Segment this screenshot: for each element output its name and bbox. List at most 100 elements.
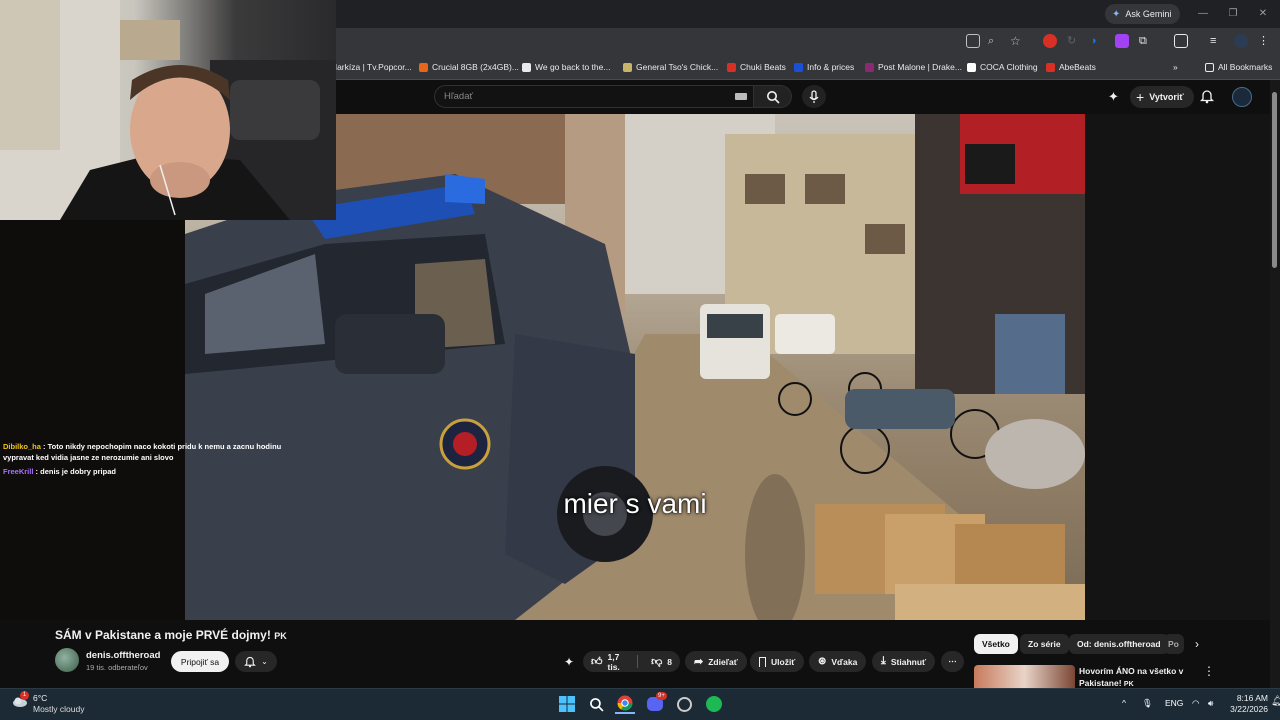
extension-arrow-icon[interactable]: ↻ [1067,34,1081,48]
channel-avatar[interactable] [55,648,79,672]
chip-next-chevron-icon[interactable]: › [1195,637,1199,651]
create-label: Vytvoriť [1149,92,1184,102]
bookmark-item[interactable]: We go back to the... [522,60,610,74]
taskbar-discord-button[interactable]: 9+ [645,692,667,714]
search-icon [766,90,780,104]
chip-from-channel[interactable]: Od: denis.offtheroad [1069,634,1169,654]
video-title: SÁM v Pakistane a moje PRVÉ dojmy! PK [55,628,287,642]
clock-date: 3/22/2026 [1230,704,1268,714]
microphone-tray-icon[interactable]: 🎙︎ [1142,698,1153,709]
extension-audio-icon[interactable]: ◗ [1091,34,1105,48]
dollar-circle-icon: ⊛ [818,656,827,667]
chrome-icon [617,695,633,711]
weather-widget-icon[interactable]: 1 [12,691,29,709]
ask-gemini-button[interactable]: ✦ Ask Gemini [1105,4,1181,24]
bookmark-favicon-icon [522,62,531,72]
gemini-sparkle-icon[interactable]: ✦ [1108,89,1119,105]
discord-badge: 9+ [656,692,667,700]
bookmark-item[interactable]: Post Malone | Drake... [865,60,962,74]
weather-description[interactable]: Mostly cloudy [33,704,85,714]
bookmark-item[interactable]: AbeBeats [1046,60,1096,74]
weather-badge: 1 [20,691,29,700]
keyboard-icon[interactable] [735,93,747,100]
save-button[interactable]: Uložiť [750,651,805,672]
side-panel-icon[interactable] [1174,34,1188,48]
share-button[interactable]: ➦ Zdieľať [685,651,747,672]
input-language[interactable]: ENG [1165,698,1183,708]
taskbar-spotify-button[interactable] [704,694,724,714]
zoom-icon[interactable]: ⌕ [988,34,1002,48]
extension-purple-icon[interactable] [1115,34,1129,48]
extensions-puzzle-icon[interactable]: ⧉ [1139,34,1153,48]
search-placeholder: Hľadať [444,91,474,102]
account-avatar[interactable] [1232,87,1252,107]
webcam-overlay [0,0,336,220]
chip-partial[interactable]: Po [1164,634,1184,654]
more-actions-button[interactable]: ⋯ [941,651,964,672]
recommended-more-icon[interactable]: ⋮ [1203,664,1215,678]
dislike-count: 8 [667,656,672,667]
ask-sparkle-icon[interactable]: ✦ [564,655,574,669]
dislike-button[interactable]: 👎︎ 8 [643,655,680,668]
scrollbar-thumb[interactable] [1272,92,1277,268]
bookmark-star-icon[interactable]: ☆ [1010,34,1024,48]
video-side-dark-area [1085,114,1270,620]
search-input[interactable]: Hľadať [434,85,754,108]
chevron-down-icon: ⌄ [261,657,268,666]
chat-message: FreeKrill : denis je dobry pripad [3,467,116,476]
bookmark-item[interactable]: Info & prices [794,60,854,74]
plus-icon: + [1136,89,1145,105]
all-bookmarks-button[interactable]: All Bookmarks [1205,60,1272,74]
live-chat-overlay: Dibilko_ha : Toto nikdy nepochopim naco … [3,441,303,477]
bookmark-item[interactable]: Markíza | Tv.Popcor... [330,60,412,74]
channel-name[interactable]: denis.offtheroad [86,650,160,661]
minimize-button[interactable]: — [1190,4,1216,22]
taskbar-app-button[interactable] [674,694,694,714]
extension-red-icon[interactable] [1043,34,1057,48]
download-icon: ⤓ [881,655,886,667]
install-app-icon[interactable] [966,34,980,48]
thumbs-down-icon: 👎︎ [651,656,663,668]
chat-panel-background [0,220,185,620]
join-button[interactable]: Pripojiť sa [171,651,229,672]
close-window-button[interactable]: ✕ [1250,4,1276,22]
notifications-bell-icon[interactable]: 🔔︎ [1271,696,1280,707]
notifications-button[interactable] [1199,88,1215,109]
download-button[interactable]: ⤓ Stiahnuť [872,651,936,672]
volume-icon[interactable]: 🔊︎ [1208,698,1213,709]
create-button[interactable]: + Vytvoriť [1130,86,1194,108]
taskbar-clock[interactable]: 8:16 AM 3/22/2026 [1228,693,1268,715]
chip-series[interactable]: Zo série [1020,634,1069,654]
chip-all[interactable]: Všetko [974,634,1018,654]
reading-list-icon[interactable]: ≡ [1210,34,1224,48]
voice-search-button[interactable] [802,85,826,108]
windows-taskbar [0,688,1280,720]
subscriber-count: 19 tis. odberateľov [86,663,148,672]
like-button[interactable]: 👍︎ 1,7 tis. [583,652,639,672]
recommended-video-thumbnail[interactable] [974,665,1075,688]
taskbar-chrome-button[interactable] [615,694,635,714]
bookmark-item[interactable]: COCA Clothing [967,60,1038,74]
wifi-icon[interactable]: ◠ [1192,698,1199,709]
chat-username: Dibilko_ha [3,442,41,451]
browser-menu-icon[interactable]: ⋮ [1258,34,1272,48]
maximize-button[interactable]: ❐ [1220,4,1246,22]
search-button[interactable] [754,85,792,108]
bookmark-item[interactable]: General Tso's Chick... [623,60,718,74]
chat-text: denis je dobry pripad [40,467,116,476]
video-subtitle: mier s vami [563,488,707,519]
thumbs-up-icon: 👍︎ [591,656,603,668]
chat-username: FreeKrill [3,467,34,476]
thanks-button[interactable]: ⊛ Vďaka [809,651,867,672]
bookmarks-overflow-chevron-icon[interactable]: » [1173,60,1178,74]
bookmark-item[interactable]: Crucial 8GB (2x4GB)... [419,60,519,74]
bookmark-favicon-icon [794,62,803,72]
subscription-notifications-button[interactable]: ⌄ [235,651,277,672]
start-button[interactable] [557,694,577,714]
profile-avatar[interactable] [1234,34,1248,48]
weather-temperature[interactable]: 6°C [33,693,47,703]
taskbar-search-button[interactable] [586,694,606,714]
bookmark-item[interactable]: Chuki Beats [727,60,786,74]
tray-overflow-chevron-icon[interactable]: ^ [1122,698,1126,708]
bell-icon [1199,90,1215,104]
